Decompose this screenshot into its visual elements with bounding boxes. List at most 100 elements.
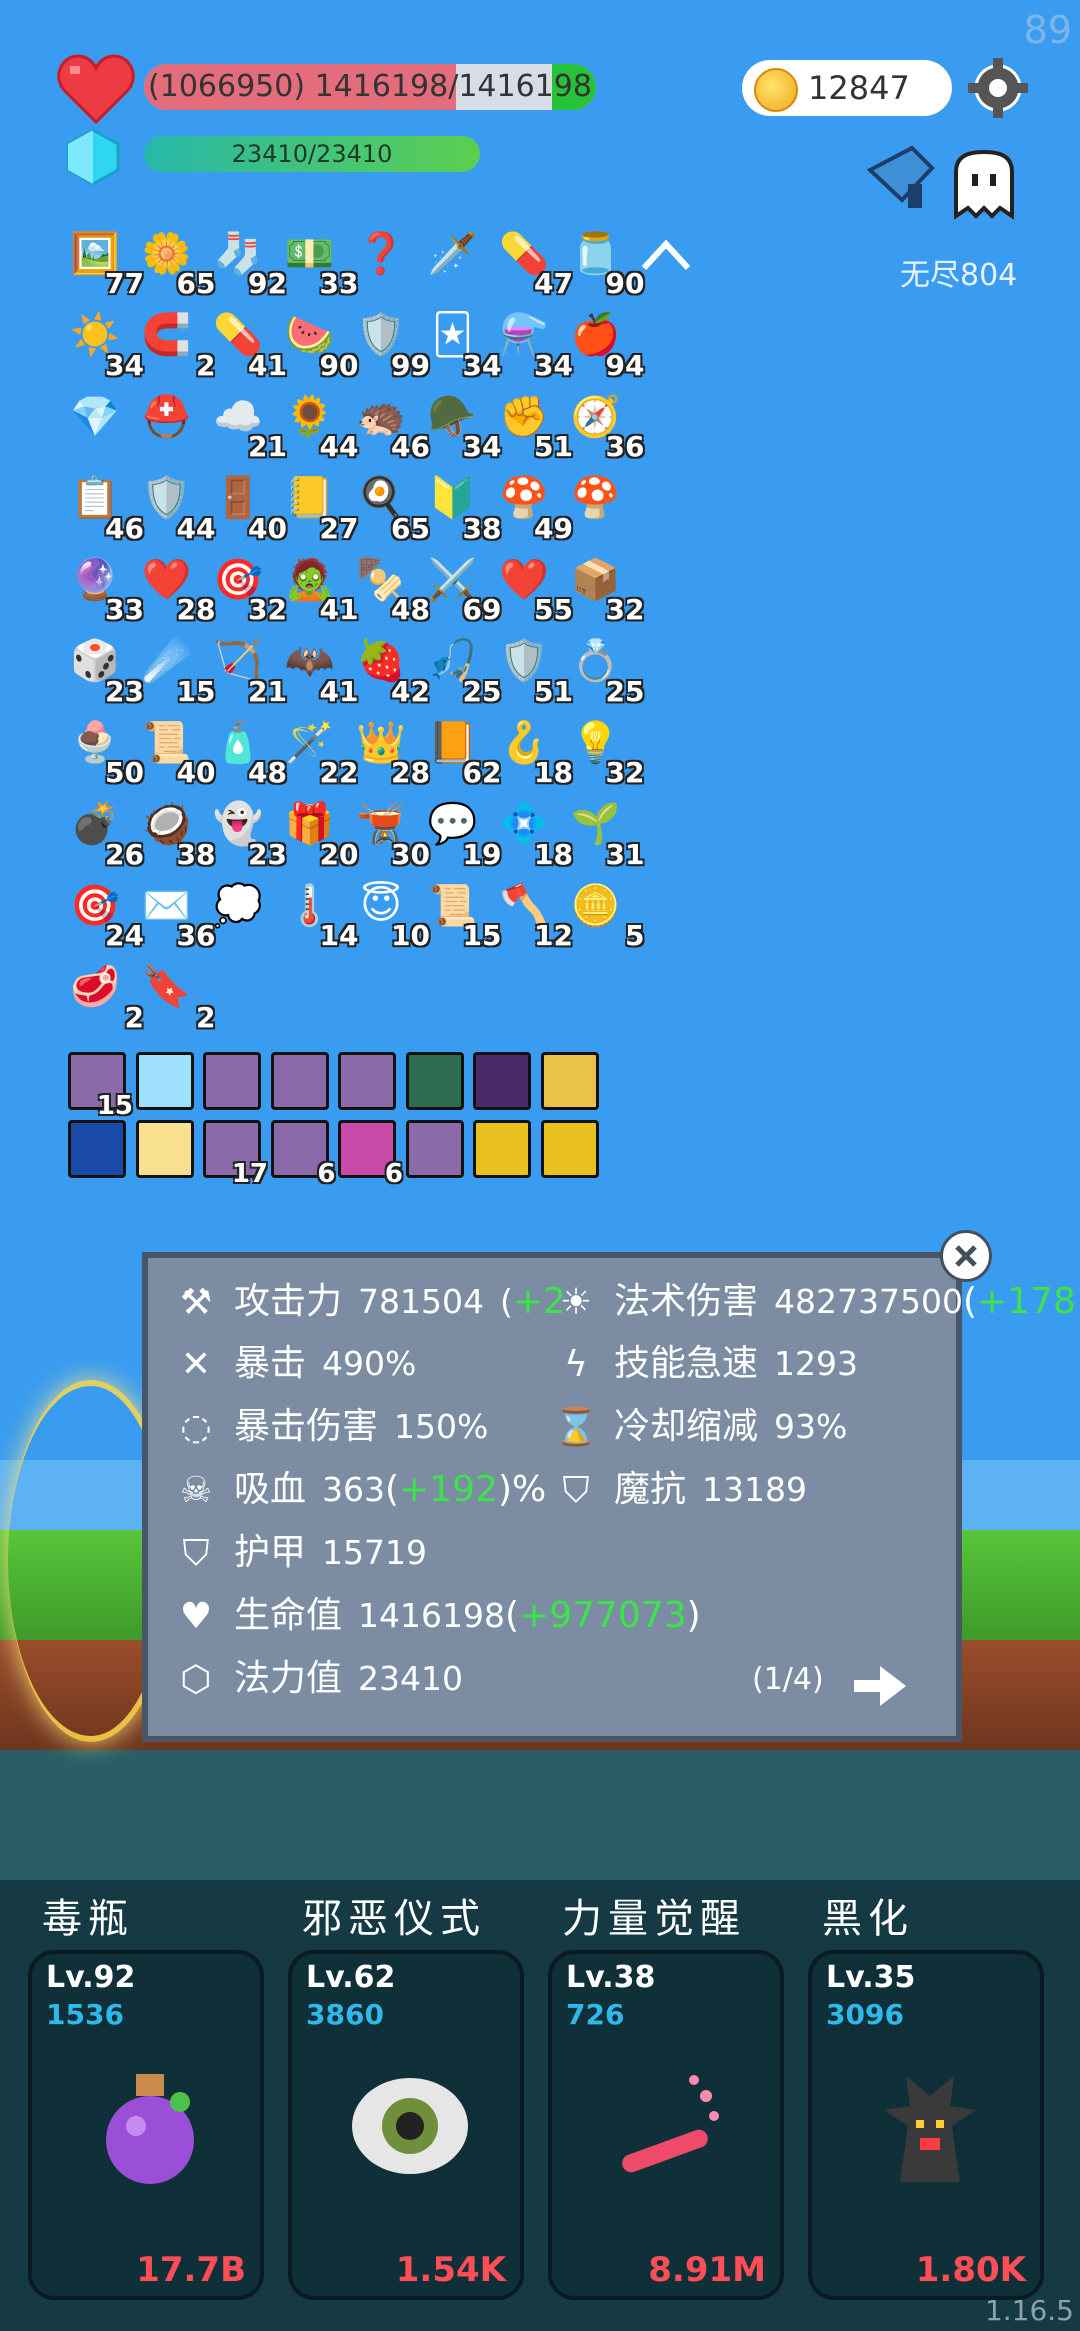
inventory-item[interactable]: 🎲 23 (62, 628, 144, 708)
inventory-item[interactable]: ☁️ 21 (205, 383, 287, 464)
inventory-item[interactable]: 👑 28 (348, 709, 430, 790)
inventory-item[interactable]: 📜 15 (420, 872, 502, 953)
inventory-item[interactable]: 🍓 42 (348, 628, 430, 708)
inventory-item[interactable]: 🖼️ 77 (62, 220, 144, 301)
inventory-item[interactable]: ☀️ 34 (62, 302, 144, 382)
inventory-item[interactable]: 💊 41 (205, 302, 287, 382)
inventory-item[interactable]: 🦔 46 (348, 383, 430, 464)
inventory-item[interactable]: 🎯 24 (62, 872, 144, 953)
inventory-item[interactable]: 🦇 41 (277, 628, 359, 708)
inventory-item[interactable]: 💬 19 (420, 791, 502, 871)
skill-card-power-awakening[interactable]: Lv.38 726 8.91M (548, 1950, 784, 2300)
inventory-item[interactable]: 💊 47 (491, 220, 573, 301)
collapse-chevron-up-icon[interactable] (640, 236, 692, 272)
inventory-item[interactable]: 🔮 33 (62, 546, 144, 627)
inventory-item[interactable]: 💡 32 (563, 709, 645, 790)
inventory-item[interactable]: 💎 (62, 383, 138, 459)
inventory-item[interactable]: ✊ 51 (491, 383, 573, 464)
inventory-item[interactable]: 🛡️ 44 (134, 465, 216, 545)
inventory-item[interactable]: 😇 10 (348, 872, 430, 952)
rune-slot[interactable] (203, 1052, 261, 1110)
inventory-item[interactable]: 🌱 31 (563, 791, 645, 871)
inventory-item[interactable]: 🃏 34 (420, 302, 501, 382)
inventory-item[interactable]: 📒 27 (277, 465, 359, 545)
inventory-item[interactable]: ❤️ 28 (134, 546, 216, 627)
inventory-item[interactable]: 🔰 38 (420, 465, 502, 545)
inventory-item[interactable]: 🌼 65 (134, 220, 216, 301)
inventory-item[interactable]: 🍎 94 (563, 302, 645, 382)
inventory-item[interactable]: 🥩 2 (62, 954, 144, 1034)
hourglass-icon: ⌛ (553, 1407, 599, 1448)
rune-slot[interactable]: 15 (68, 1052, 133, 1121)
skill-card-evil-ritual[interactable]: Lv.62 3860 1.54K (288, 1950, 524, 2300)
inventory-item[interactable]: 🍳 65 (348, 465, 430, 545)
inventory-item[interactable]: ✉️ 36 (134, 872, 216, 953)
inventory-item[interactable]: 🧴 48 (205, 709, 287, 790)
rune-slot[interactable] (405, 1052, 464, 1110)
inventory-item[interactable]: 🪙 5 (563, 872, 645, 953)
skill-card-poison-bottle[interactable]: Lv.92 1536 17.7B (28, 1950, 264, 2300)
inventory-item[interactable]: ⚔️ 69 (420, 546, 502, 627)
inventory-item[interactable]: 🚪 40 (205, 465, 287, 545)
inventory-item[interactable]: 🍄 (563, 465, 639, 541)
rune-slot[interactable] (540, 1052, 599, 1110)
inventory-item[interactable]: 💭 (205, 872, 281, 948)
inventory-item[interactable]: 🗡️ (420, 220, 496, 296)
rune-slot[interactable]: 6 (338, 1120, 403, 1189)
stat-cooldown: ⌛ 冷却缩减 93% (552, 1399, 848, 1455)
inventory-item[interactable]: 🎣 25 (420, 628, 502, 708)
rune-slot[interactable] (135, 1052, 194, 1110)
rune-slot[interactable] (473, 1052, 531, 1110)
inventory-item[interactable]: 🪓 12 (491, 872, 573, 953)
rune-slot[interactable] (473, 1120, 531, 1178)
inventory-item[interactable]: 🍄 49 (491, 465, 573, 545)
inventory-item[interactable]: ⚗️ 34 (491, 302, 573, 382)
inventory-item[interactable]: 📦 32 (563, 546, 645, 627)
inventory-item[interactable]: 🛡️ 99 (348, 302, 430, 382)
rune-slot[interactable] (540, 1120, 599, 1178)
inventory-item[interactable]: 💍 25 (563, 628, 645, 708)
inventory-item[interactable]: 👻 23 (205, 791, 287, 871)
rune-slot[interactable] (338, 1052, 396, 1110)
rune-slot[interactable] (135, 1120, 194, 1178)
inventory-item[interactable]: 🍨 50 (62, 709, 144, 790)
inventory-item[interactable]: 🫕 30 (348, 791, 430, 871)
inventory-item[interactable]: 💣 26 (62, 791, 144, 871)
inventory-item[interactable]: 🛡️ 51 (491, 628, 573, 708)
inventory-item[interactable]: 🌡️ 14 (277, 872, 359, 953)
inventory-item[interactable]: 📙 62 (420, 709, 502, 790)
rune-slot[interactable]: 17 (203, 1120, 268, 1189)
inventory-item[interactable]: 💵 33 (277, 220, 359, 301)
rune-slot[interactable] (68, 1120, 126, 1178)
inventory-item[interactable]: 🧭 36 (563, 383, 645, 464)
inventory-item[interactable]: 🪖 34 (420, 383, 502, 464)
inventory-item[interactable]: ⛑️ (134, 383, 210, 459)
inventory-item[interactable]: 📋 46 (62, 465, 144, 545)
inventory-item[interactable]: 🎁 20 (277, 791, 359, 871)
inventory-item[interactable]: ❓ (348, 220, 424, 296)
inventory-item[interactable]: 🌻 44 (277, 383, 359, 464)
inventory-item[interactable]: 🥥 38 (134, 791, 216, 871)
inventory-item[interactable]: 🍉 90 (277, 302, 359, 382)
inventory-item[interactable]: 🫙 90 (563, 220, 645, 301)
skill-card-blacken[interactable]: Lv.35 3096 1.80K (808, 1950, 1044, 2300)
inventory-item[interactable]: 🪝 18 (491, 709, 573, 790)
settings-gear-icon[interactable] (966, 56, 1030, 120)
inventory-item[interactable]: 🪄 22 (277, 709, 359, 790)
inventory-item[interactable]: 🧦 92 (205, 220, 287, 301)
inventory-item[interactable]: 🎯 32 (205, 546, 287, 627)
inventory-item[interactable]: 🔖 2 (134, 954, 216, 1034)
rune-slot[interactable] (270, 1052, 329, 1110)
inventory-item[interactable]: ☄️ 15 (134, 628, 216, 708)
inventory-item[interactable]: 🧟 41 (277, 546, 359, 627)
inventory-item[interactable]: 💠 18 (491, 791, 573, 871)
close-button[interactable] (940, 1230, 992, 1282)
rune-slot[interactable]: 6 (270, 1120, 336, 1189)
next-page-arrow-icon[interactable] (852, 1662, 908, 1710)
rune-slot[interactable] (405, 1120, 464, 1178)
inventory-item[interactable]: 🧲 2 (134, 302, 216, 382)
inventory-item[interactable]: 🏹 21 (205, 628, 287, 708)
inventory-item[interactable]: 🍢 48 (348, 546, 430, 627)
inventory-item[interactable]: 📜 40 (134, 709, 216, 790)
inventory-item[interactable]: ❤️ 55 (491, 546, 573, 627)
